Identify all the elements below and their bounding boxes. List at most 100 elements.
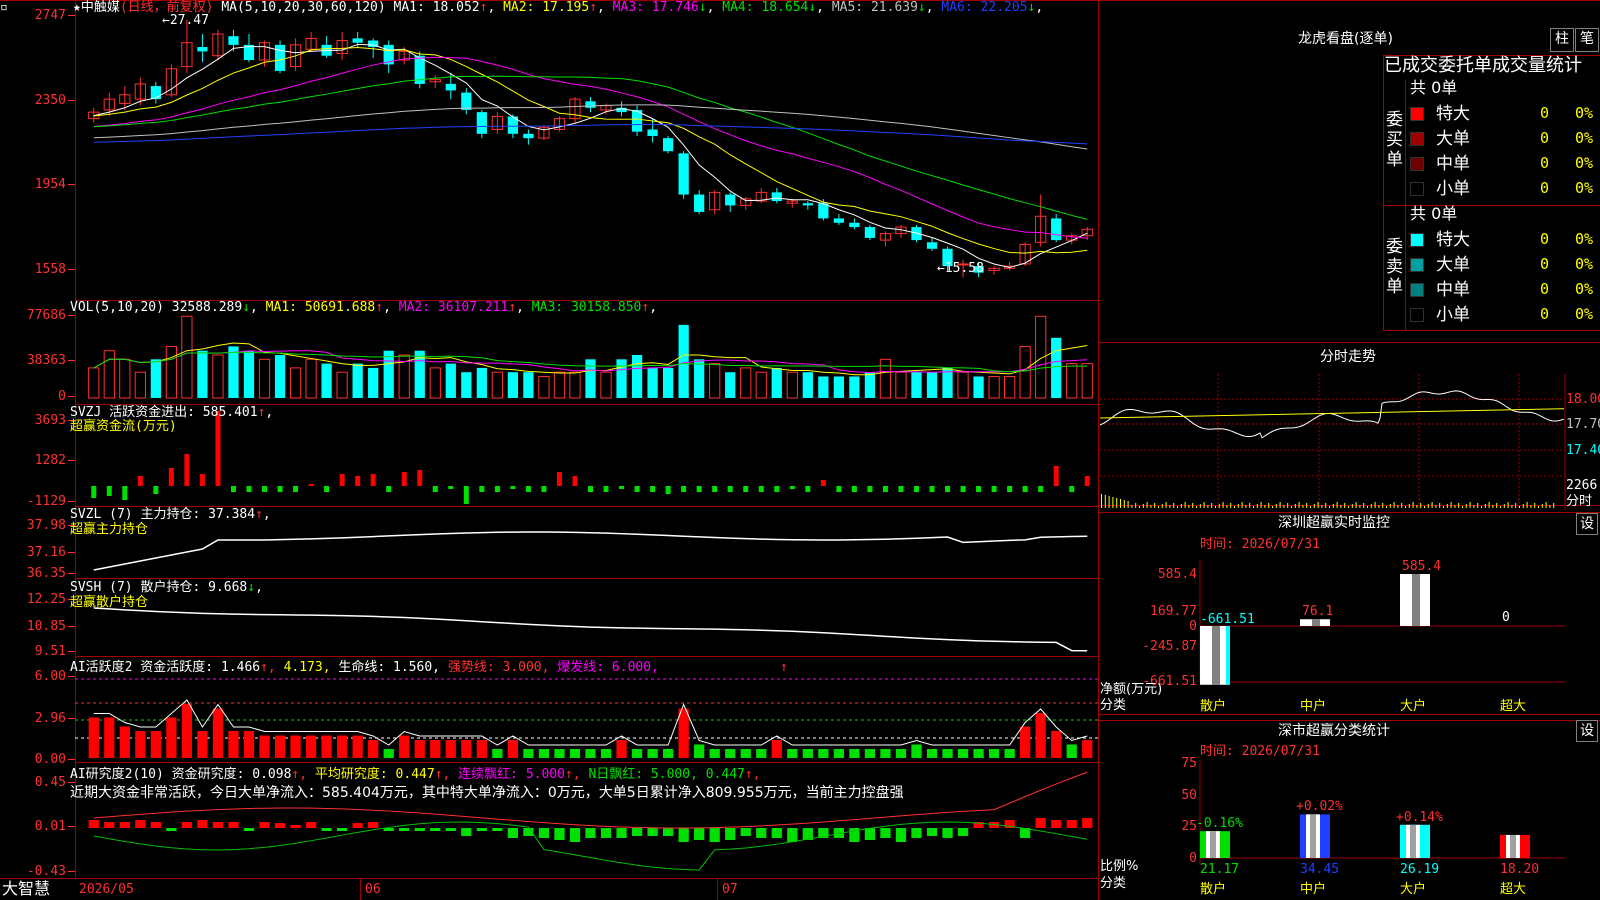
svzj-bar xyxy=(681,486,687,492)
sz-monitor-category: 大户 xyxy=(1400,699,1427,714)
vol-value-3: MA2: 36107.211 xyxy=(390,300,509,315)
intraday-vol-bar xyxy=(1405,506,1406,508)
y-tick-label: 10.85 xyxy=(26,619,66,634)
ai-active-bar xyxy=(538,749,550,758)
vol-bar-up xyxy=(1019,345,1031,399)
ai-research-bar xyxy=(259,822,270,828)
sz-monitor-y-tick: 585.4 xyxy=(1157,567,1197,582)
sz-classify-y-tick: 25 xyxy=(1181,819,1197,834)
svzl-line xyxy=(93,531,1088,571)
intraday-vol-bar xyxy=(1154,503,1156,508)
vol-bar-up xyxy=(165,345,177,399)
intraday-vol-bar xyxy=(1496,503,1498,508)
svzj-bar xyxy=(960,486,966,492)
vol-separator: , xyxy=(516,300,524,315)
intraday-vol-bar xyxy=(1519,506,1520,508)
vol-bar-down xyxy=(678,324,689,398)
order-size-label: 小单 xyxy=(1436,305,1470,325)
ai-active-bar xyxy=(119,726,130,758)
ma-arrow-5: ↓ xyxy=(917,0,926,15)
intraday-vol-bar xyxy=(1184,502,1186,508)
sz-monitor-settings-button[interactable]: 设 xyxy=(1576,513,1598,535)
vol-bar-up xyxy=(491,371,503,399)
ai-active-bar xyxy=(290,735,301,758)
intraday-vol-bar xyxy=(1344,503,1346,508)
intraday-vol-bar xyxy=(1492,505,1494,508)
ai-active-bar xyxy=(259,735,270,758)
ai-research-bar xyxy=(911,828,922,838)
intraday-vol-bar xyxy=(1431,502,1433,508)
ai-research-bar xyxy=(461,828,472,836)
intraday-vol-bar xyxy=(1439,503,1441,508)
sz-classify-y-tick: 50 xyxy=(1181,788,1197,803)
intraday-avg-line xyxy=(1099,408,1565,419)
ai-research-bar xyxy=(274,823,286,828)
ai-research-bar xyxy=(243,828,255,831)
sz-classify-settings-button[interactable]: 设 xyxy=(1576,720,1598,742)
kline-chart-area[interactable] xyxy=(0,0,1600,900)
intraday-vol-bar xyxy=(1454,505,1456,508)
ai-research-bar xyxy=(725,828,736,840)
ma-separator: , xyxy=(816,0,824,15)
sz-monitor-value-label: -661.51 xyxy=(1200,612,1255,627)
ai-research-bar xyxy=(942,828,953,838)
intraday-vol-bar xyxy=(1321,505,1323,508)
bar-mode-button[interactable]: 柱 xyxy=(1550,28,1574,52)
ai-active-bar xyxy=(430,740,441,758)
intraday-vol-bar xyxy=(1332,504,1334,508)
y-tick-label: 6.00 xyxy=(34,669,66,684)
ma-line-2 xyxy=(93,46,1088,254)
intraday-vol-bar xyxy=(1211,503,1213,508)
stock-name[interactable]: ★中触媒 xyxy=(73,0,120,15)
sz-classify-date: 时间: 2026/07/31 xyxy=(1200,744,1320,759)
y-tick-label: 0.45 xyxy=(34,775,66,790)
ai-research-bar xyxy=(492,828,503,831)
x-label-jun: 06 xyxy=(365,882,381,897)
y-tick-label: 0 xyxy=(58,389,66,404)
vol-bar-down xyxy=(461,372,472,398)
intraday-vol-bar xyxy=(1538,506,1539,508)
intraday-vol-bar xyxy=(1541,504,1543,508)
month-separator xyxy=(360,878,361,900)
svzj-bar xyxy=(913,486,919,492)
intraday-vol-bar xyxy=(1363,503,1365,508)
intraday-vol-bar xyxy=(1291,506,1292,508)
ai-research-item-1: 平均研究度: 0.447 xyxy=(307,767,435,782)
candle-body-down xyxy=(725,194,736,206)
intraday-vol-bar xyxy=(1150,505,1152,508)
pen-mode-button[interactable]: 笔 xyxy=(1575,28,1599,52)
vol-bar-down xyxy=(476,367,487,398)
ma-value-1: MA1: 18.052 xyxy=(393,0,480,15)
sz-classify-value-label: 18.20 xyxy=(1500,862,1540,877)
svzj-bar xyxy=(370,474,376,486)
y-tick-label: 2747 xyxy=(34,8,66,23)
ai-research-bar xyxy=(585,828,596,838)
ai-active-bar xyxy=(507,740,519,758)
panel-divider xyxy=(0,878,1098,879)
vol-bar-down xyxy=(243,350,255,398)
vol-bar-down xyxy=(507,372,519,398)
svzj-bar xyxy=(525,486,531,492)
sz-monitor-x-label: 分类 xyxy=(1100,698,1127,713)
ai-research-bar xyxy=(228,822,239,828)
intraday-vol-bar xyxy=(1161,504,1163,508)
vol-bar-up xyxy=(600,371,612,399)
ai-research-bar xyxy=(600,828,612,838)
y-tick-mark xyxy=(68,826,75,827)
ai-research-bar xyxy=(740,828,751,836)
vol-bar-down xyxy=(585,359,596,398)
candle-body-down xyxy=(678,153,689,195)
ai-active-bar xyxy=(523,749,534,758)
ai-research-bar xyxy=(709,828,720,842)
y-tick-mark xyxy=(68,651,75,652)
ai-research-bar xyxy=(771,828,782,838)
brand-label[interactable]: 大智慧 xyxy=(2,879,50,899)
candle-body-down xyxy=(662,138,674,152)
candle-body-down xyxy=(771,192,782,202)
ai-research-arrow: ↑, xyxy=(744,767,761,782)
intraday-vol-bar xyxy=(1465,504,1467,508)
intraday-vol-bar xyxy=(1370,504,1372,508)
candle-body-down xyxy=(461,92,472,110)
vol-value-2: MA1: 50691.688 xyxy=(257,300,376,315)
vol-bar-up xyxy=(134,371,146,399)
